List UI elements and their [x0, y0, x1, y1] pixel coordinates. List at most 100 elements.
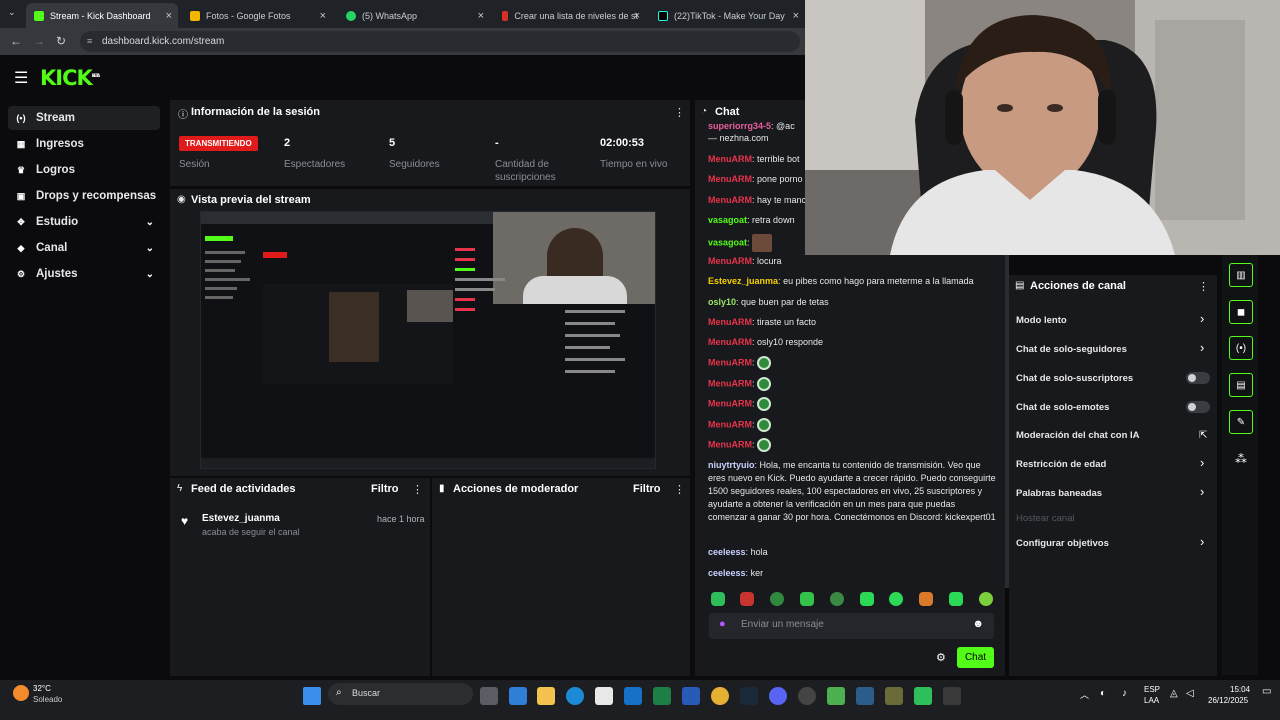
chat-username[interactable]: MenuARM: [708, 154, 752, 164]
chevron-right-icon[interactable]: ›: [1200, 455, 1204, 470]
tab-kick[interactable]: Stream - Kick Dashboard ×: [26, 3, 178, 28]
layout-icon[interactable]: ▤: [1229, 373, 1253, 397]
notification-icon[interactable]: ▭: [1262, 686, 1271, 697]
chat-username[interactable]: MenuARM: [708, 357, 752, 367]
chat-username[interactable]: osly10: [708, 297, 736, 307]
sidebar-item-ingresos[interactable]: ▦ Ingresos: [8, 132, 160, 156]
chevron-up-icon[interactable]: ︿: [1080, 688, 1089, 701]
language-indicator[interactable]: ESP: [1144, 685, 1160, 694]
chat-username[interactable]: MenuARM: [708, 419, 752, 429]
outlook-icon[interactable]: [624, 687, 642, 705]
sidebar-item-stream[interactable]: (•) Stream: [8, 106, 160, 130]
emote-icon[interactable]: [770, 592, 784, 606]
clock-time[interactable]: 15:04: [1230, 685, 1250, 694]
wrench-icon[interactable]: ✎: [1229, 410, 1253, 434]
obs-icon[interactable]: [798, 687, 816, 705]
chat-send-button[interactable]: Chat: [957, 647, 994, 668]
excel-icon[interactable]: [653, 687, 671, 705]
more-options-icon[interactable]: ⋮: [674, 106, 685, 119]
discord-icon[interactable]: [769, 687, 787, 705]
site-info-icon[interactable]: ≡: [87, 31, 92, 52]
weather-icon[interactable]: [13, 685, 29, 701]
wifi-icon[interactable]: ◬: [1170, 688, 1178, 699]
more-options-icon[interactable]: ⋮: [412, 483, 423, 496]
emotes-only-toggle[interactable]: [1186, 401, 1210, 413]
action-ai-moderation[interactable]: Moderación del chat con IA: [1016, 430, 1140, 441]
stream-preview[interactable]: [200, 211, 656, 469]
app-icon[interactable]: [943, 687, 961, 705]
emote-icon[interactable]: [889, 592, 903, 606]
sidebar-item-ajustes[interactable]: ⚙ Ajustes ⌄: [8, 262, 160, 286]
chat-username[interactable]: ceeleess: [708, 568, 746, 578]
chat-username[interactable]: ceeleess: [708, 547, 746, 557]
windows-start-icon[interactable]: [303, 687, 321, 705]
subs-only-toggle[interactable]: [1186, 372, 1210, 384]
emote-icon[interactable]: [800, 592, 814, 606]
chevron-right-icon[interactable]: ›: [1200, 311, 1204, 326]
chat-username[interactable]: MenuARM: [708, 174, 752, 184]
app-icon[interactable]: [856, 687, 874, 705]
reload-icon[interactable]: ↻: [56, 34, 66, 48]
sidebar-item-canal[interactable]: ◆ Canal ⌄: [8, 236, 160, 260]
app-icon[interactable]: [914, 687, 932, 705]
chrome-icon[interactable]: [711, 687, 729, 705]
app-icon[interactable]: [885, 687, 903, 705]
emoji-icon[interactable]: ☻: [972, 618, 984, 630]
emote-icon[interactable]: [949, 592, 963, 606]
chevron-right-icon[interactable]: ›: [1200, 340, 1204, 355]
external-link-icon[interactable]: ⇱: [1199, 430, 1207, 441]
emote-icon[interactable]: [711, 592, 725, 606]
more-options-icon[interactable]: ⋮: [674, 483, 685, 496]
emote-icon[interactable]: [860, 592, 874, 606]
word-icon[interactable]: [682, 687, 700, 705]
chevron-right-icon[interactable]: ›: [1200, 534, 1204, 549]
action-slow-mode[interactable]: Modo lento: [1016, 315, 1067, 326]
tab-whatsapp[interactable]: (5) WhatsApp ×: [338, 3, 490, 28]
task-view-icon[interactable]: [480, 687, 498, 705]
close-icon[interactable]: ×: [634, 10, 640, 22]
chevron-right-icon[interactable]: ›: [1200, 484, 1204, 499]
edge-icon[interactable]: [566, 687, 584, 705]
chat-username[interactable]: Estevez_juanma: [708, 276, 778, 286]
copilot-icon[interactable]: [509, 687, 527, 705]
minecraft-icon[interactable]: [827, 687, 845, 705]
tab-google-photos[interactable]: Fotos - Google Fotos ×: [182, 3, 332, 28]
chat-username[interactable]: vasagoat: [708, 215, 747, 225]
chat-input[interactable]: ● Enviar un mensaje ☻: [709, 613, 994, 639]
chat-username[interactable]: MenuARM: [708, 195, 752, 205]
settings-dots-icon[interactable]: ⁂: [1235, 452, 1247, 466]
close-icon[interactable]: ×: [793, 10, 799, 22]
chat-username[interactable]: superiorrg34-5: [708, 121, 771, 131]
chat-username[interactable]: MenuARM: [708, 398, 752, 408]
chat-username[interactable]: vasagoat: [708, 237, 747, 247]
chat-username[interactable]: MenuARM: [708, 439, 752, 449]
file-explorer-icon[interactable]: [537, 687, 555, 705]
volume-icon[interactable]: ◁: [1186, 688, 1194, 699]
tab-tier-list[interactable]: Crear una lista de niveles de st ×: [494, 3, 646, 28]
emote-icon[interactable]: [919, 592, 933, 606]
kick-logo[interactable]: KICKBETA: [40, 66, 100, 90]
mod-filter-button[interactable]: Filtro: [633, 483, 661, 495]
emote-icon[interactable]: [740, 592, 754, 606]
chat-username[interactable]: niuytrtyuio: [708, 460, 755, 470]
chat-username[interactable]: MenuARM: [708, 256, 752, 266]
gear-icon[interactable]: ⚙: [936, 651, 946, 664]
notes-icon[interactable]: ▥: [1229, 263, 1253, 287]
steam-icon[interactable]: [740, 687, 758, 705]
sidebar-item-estudio[interactable]: ✥ Estudio ⌄: [8, 210, 160, 234]
close-icon[interactable]: ×: [478, 10, 484, 22]
taskbar-search[interactable]: ⌕ Buscar: [328, 683, 473, 705]
chat-username[interactable]: MenuARM: [708, 317, 752, 327]
action-goals[interactable]: Configurar objetivos: [1016, 538, 1109, 549]
more-options-icon[interactable]: ⋮: [1198, 280, 1209, 293]
sidebar-item-drops[interactable]: ▣ Drops y recompensas: [8, 184, 160, 208]
action-followers-only[interactable]: Chat de solo-seguidores: [1016, 344, 1127, 355]
broadcast-icon[interactable]: (•): [1229, 336, 1253, 360]
forward-icon[interactable]: →: [33, 34, 45, 48]
chat-icon[interactable]: ◼: [1229, 300, 1253, 324]
close-icon[interactable]: ×: [166, 10, 172, 22]
network-icon[interactable]: ◐: [1100, 688, 1106, 699]
microphone-icon[interactable]: ♪: [1122, 688, 1127, 699]
tab-search-icon[interactable]: ⌄: [8, 7, 16, 18]
microphone-icon[interactable]: ●: [719, 618, 726, 630]
